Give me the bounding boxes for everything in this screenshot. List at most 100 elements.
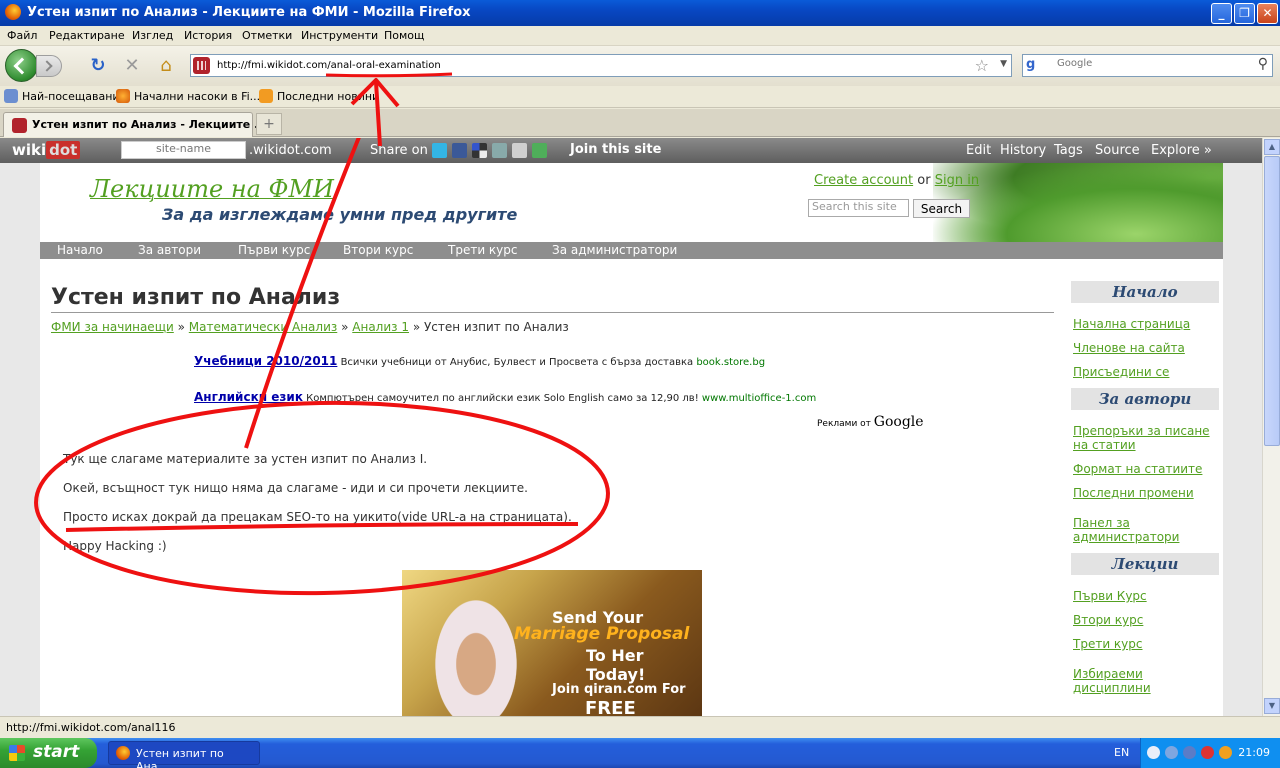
text-ad: Учебници 2010/2011 Всички учебници от Ан… (194, 354, 766, 368)
start-button[interactable]: start (0, 738, 97, 768)
status-bar: http://fmi.wikidot.com/anal116 (0, 716, 1280, 738)
sidebar-link[interactable]: Формат на статиите (1073, 462, 1213, 476)
edit-link[interactable]: Edit (966, 143, 991, 158)
nav-item-home[interactable]: Начало (57, 243, 103, 257)
address-bar[interactable]: ☆ ▼ (190, 54, 1012, 77)
nav-item-authors[interactable]: За автори (138, 243, 201, 257)
sidebar-link[interactable]: Избираеми дисциплини (1073, 667, 1213, 695)
bookmark-latest-headlines[interactable]: Последни новини (259, 89, 379, 103)
maximize-button[interactable]: ❐ (1234, 3, 1255, 24)
sidebar-link[interactable]: Присъедини се (1073, 365, 1213, 379)
history-link[interactable]: History (1000, 143, 1046, 158)
search-icon[interactable]: ⚲ (1258, 56, 1268, 72)
system-tray: 21:09 (1140, 738, 1280, 768)
create-account-link[interactable]: Create account (814, 173, 913, 188)
url-dropdown-icon[interactable]: ▼ (1000, 59, 1007, 69)
facebook-icon[interactable] (452, 143, 467, 158)
ads-by-google[interactable]: Реклами от Google (817, 414, 924, 430)
reddit-icon[interactable] (512, 143, 527, 158)
sidebar-link[interactable]: Начална страница (1073, 317, 1213, 331)
site-search-input[interactable]: Search this site (808, 199, 909, 217)
taskbar-firefox-button[interactable]: Устен изпит по Ана... (108, 741, 260, 768)
bookmark-getting-started[interactable]: Начални насоки в Fi... (116, 89, 260, 103)
scroll-down-icon[interactable]: ▼ (1264, 698, 1280, 714)
ad-title-link[interactable]: Английски език (194, 390, 303, 404)
page-container: Лекциите на ФМИ За да изглеждаме умни пр… (40, 163, 1223, 716)
sidebar-link[interactable]: Членове на сайта (1073, 341, 1213, 355)
menu-file[interactable]: Файл (7, 29, 37, 42)
breadcrumb-link[interactable]: Математически Анализ (189, 320, 337, 334)
explore-link[interactable]: Explore » (1151, 143, 1212, 158)
menu-help[interactable]: Помощ (384, 29, 424, 42)
update-icon[interactable] (1219, 746, 1232, 759)
site-favicon-icon[interactable] (193, 57, 210, 74)
bookmark-star-icon[interactable]: ☆ (975, 56, 989, 75)
sign-in-link[interactable]: Sign in (935, 173, 979, 188)
breadcrumb-link[interactable]: ФМИ за начинаещи (51, 320, 174, 334)
nav-item-first-year[interactable]: Първи курс (238, 243, 310, 257)
window-title-bar[interactable]: Устен изпит по Анализ - Лекциите на ФМИ … (0, 0, 1280, 26)
ad-url-link[interactable]: book.store.bg (696, 357, 765, 368)
sidebar-link[interactable]: Панел за администратори (1073, 516, 1213, 544)
scroll-thumb[interactable] (1264, 156, 1280, 446)
site-name[interactable]: Лекциите на ФМИ (90, 175, 334, 203)
scroll-up-icon[interactable]: ▲ (1264, 139, 1280, 155)
tags-link[interactable]: Tags (1054, 143, 1083, 158)
new-tab-button[interactable]: + (256, 113, 282, 135)
tab-current[interactable]: Устен изпит по Анализ - Лекциите ... (3, 112, 267, 137)
delicious-icon[interactable] (472, 143, 487, 158)
wikidot-domain-label: .wikidot.com (249, 143, 332, 158)
sidebar-link[interactable]: Втори курс (1073, 613, 1213, 627)
menu-history[interactable]: История (184, 29, 232, 42)
nav-item-third-year[interactable]: Трети курс (448, 243, 518, 257)
wikidot-logo[interactable]: wiki dot (12, 141, 81, 159)
stumbleupon-icon[interactable] (532, 143, 547, 158)
source-link[interactable]: Source (1095, 143, 1140, 158)
home-icon[interactable]: ⌂ (156, 56, 176, 76)
sidebar-link[interactable]: Последни промени (1073, 486, 1213, 500)
language-indicator[interactable]: EN (1114, 746, 1129, 759)
bookmark-folder-icon (4, 89, 18, 103)
sidebar-heading: За автори (1071, 388, 1219, 410)
sidebar-link[interactable]: Трети курс (1073, 637, 1213, 651)
site-search-button[interactable]: Search (913, 199, 970, 218)
network-icon[interactable] (1165, 746, 1178, 759)
site-name-input[interactable]: site-name (121, 141, 246, 159)
url-input[interactable] (217, 57, 977, 74)
nav-item-second-year[interactable]: Втори курс (343, 243, 413, 257)
forward-button[interactable] (36, 55, 62, 77)
page-title: Устен изпит по Анализ (51, 285, 341, 310)
breadcrumb-link[interactable]: Анализ 1 (352, 320, 409, 334)
digg-icon[interactable] (492, 143, 507, 158)
security-shield-icon[interactable] (1201, 746, 1214, 759)
bookmark-most-visited[interactable]: Най-посещавани (4, 89, 120, 103)
google-engine-icon[interactable]: g (1026, 57, 1050, 74)
stop-icon[interactable]: ✕ (122, 56, 142, 76)
volume-icon[interactable] (1183, 746, 1196, 759)
top-navigation: Начало За автори Първи курс Втори курс Т… (40, 242, 1223, 259)
rss-icon (259, 89, 273, 103)
menu-bookmarks[interactable]: Отметки (242, 29, 292, 42)
join-site-link[interactable]: Join this site (570, 142, 661, 157)
tray-expand-icon[interactable] (1147, 746, 1160, 759)
menu-view[interactable]: Изглед (132, 29, 173, 42)
nav-item-admins[interactable]: За администратори (552, 243, 677, 257)
reload-icon[interactable]: ↻ (88, 56, 108, 76)
banner-ad[interactable]: Send Your Marriage Proposal To Her Today… (402, 570, 702, 716)
menu-edit[interactable]: Редактиране (49, 29, 125, 42)
web-search-box[interactable]: g ⚲ (1022, 54, 1273, 77)
vertical-scrollbar[interactable]: ▲ ▼ (1262, 138, 1280, 716)
sidebar-link[interactable]: Първи Курс (1073, 589, 1213, 603)
back-button[interactable] (5, 49, 38, 82)
twitter-icon[interactable] (432, 143, 447, 158)
sidebar-link[interactable]: Препоръки за писане на статии (1073, 424, 1213, 452)
ad-title-link[interactable]: Учебници 2010/2011 (194, 354, 337, 368)
navigation-toolbar: ↻ ✕ ⌂ ☆ ▼ g ⚲ (0, 46, 1280, 86)
site-favicon-icon (12, 118, 27, 133)
bookmarks-toolbar: Най-посещавани Начални насоки в Fi... По… (0, 86, 1280, 108)
web-search-input[interactable] (1057, 58, 1247, 69)
minimize-button[interactable]: _ (1211, 3, 1232, 24)
close-button[interactable]: ✕ (1257, 3, 1278, 24)
ad-url-link[interactable]: www.multioffice-1.com (702, 393, 816, 404)
menu-tools[interactable]: Инструменти (301, 29, 378, 42)
